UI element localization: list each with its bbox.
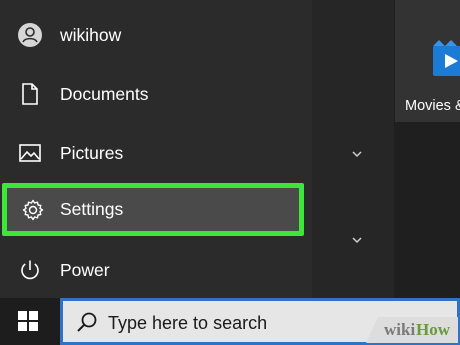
power-icon bbox=[18, 258, 42, 282]
documents-label: Documents bbox=[60, 84, 149, 104]
search-icon bbox=[76, 311, 98, 333]
user-avatar-icon bbox=[18, 23, 42, 47]
watermark-how: How bbox=[416, 320, 450, 339]
power-item[interactable]: Power bbox=[0, 244, 312, 296]
start-menu: wikihow Documents Pictures Settings Powe… bbox=[0, 0, 460, 298]
document-icon bbox=[18, 82, 42, 106]
chevron-down-icon[interactable] bbox=[350, 146, 364, 158]
settings-item[interactable]: Settings bbox=[2, 183, 304, 236]
movies-tv-label: Movies & TV bbox=[405, 98, 460, 114]
account-label: wikihow bbox=[60, 25, 122, 45]
gear-icon bbox=[21, 198, 45, 222]
movies-tv-icon bbox=[431, 40, 460, 78]
watermark-wiki: wiki bbox=[384, 320, 416, 339]
search-placeholder: Type here to search bbox=[108, 313, 268, 333]
account-item[interactable]: wikihow bbox=[0, 9, 312, 61]
chevron-down-icon[interactable] bbox=[350, 232, 364, 244]
start-button[interactable] bbox=[0, 298, 56, 345]
pictures-icon bbox=[18, 141, 42, 165]
power-label: Power bbox=[60, 260, 110, 280]
pictures-item[interactable]: Pictures bbox=[0, 127, 312, 179]
wikihow-watermark: wiki How bbox=[366, 317, 458, 343]
settings-label: Settings bbox=[60, 199, 124, 219]
pictures-label: Pictures bbox=[60, 143, 124, 163]
documents-item[interactable]: Documents bbox=[0, 68, 312, 120]
movies-tv-tile[interactable]: Movies & TV bbox=[395, 0, 460, 122]
windows-logo-icon bbox=[18, 311, 38, 331]
